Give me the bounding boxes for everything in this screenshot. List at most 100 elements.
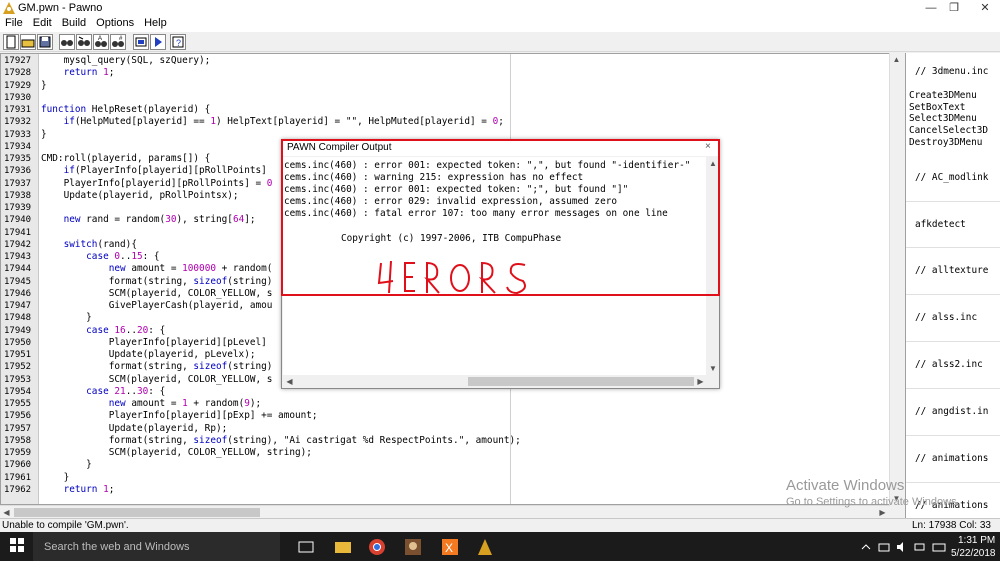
- code-line: }: [41, 312, 92, 324]
- keyboard-icon[interactable]: [932, 541, 946, 553]
- clock-time[interactable]: 1:31 PM: [958, 535, 995, 546]
- code-line: format(string, sizeof(string), "Ai castr…: [41, 434, 521, 446]
- line-number: 17962: [4, 484, 32, 495]
- include-header[interactable]: // angdist.in: [915, 406, 988, 417]
- network-icon[interactable]: [878, 541, 890, 553]
- code-line: format(string, sizeof(string): [41, 275, 273, 287]
- file-explorer-icon[interactable]: [333, 537, 353, 557]
- line-number: 17934: [4, 141, 32, 152]
- battery-icon[interactable]: [914, 541, 926, 553]
- save-icon[interactable]: [37, 34, 53, 50]
- close-icon[interactable]: ×: [705, 141, 711, 152]
- compiler-output-window[interactable]: PAWN Compiler Output × cems.inc(460) : e…: [281, 139, 720, 389]
- code-line: new amount = 1 + random(9);: [108, 398, 262, 409]
- volume-icon[interactable]: [896, 541, 908, 553]
- menu-build[interactable]: Build: [57, 16, 91, 32]
- system-tray: 1:31 PM 5/22/2018: [858, 532, 1000, 561]
- code-line: new rand = random(30), string[64];: [63, 214, 256, 226]
- function-item[interactable]: Destroy3DMenu: [909, 137, 982, 148]
- replace-icon[interactable]: A: [93, 34, 109, 50]
- line-number: 17960: [4, 460, 32, 471]
- xampp-icon[interactable]: X: [440, 537, 460, 557]
- windows-start-icon[interactable]: [9, 537, 29, 557]
- include-header[interactable]: afkdetect: [915, 219, 966, 230]
- close-button[interactable]: ✕: [962, 0, 1000, 16]
- svg-text:A: A: [98, 36, 102, 42]
- compiler-message: cems.inc(460) : error 029: invalid expre…: [284, 196, 618, 207]
- line-number: 17928: [4, 68, 32, 79]
- line-number: 17951: [4, 350, 32, 360]
- line-number: 17936: [4, 166, 32, 177]
- new-file-icon[interactable]: [3, 34, 19, 50]
- handwritten-annotation: [377, 260, 526, 295]
- taskbar-search-box[interactable]: Search the web and Windows: [33, 532, 280, 561]
- chrome-icon[interactable]: [367, 537, 387, 557]
- compiler-vertical-scrollbar[interactable]: ▲ ▼: [707, 157, 719, 375]
- code-line: return 1;: [63, 483, 115, 495]
- code-line: PlayerInfo[playerid][pLevel]: [41, 336, 267, 348]
- scroll-up-icon[interactable]: ▲: [890, 53, 903, 66]
- watermark-line-2: Go to Settings to activate Windows.: [786, 496, 960, 508]
- function-item[interactable]: SetBoxText: [909, 102, 965, 113]
- line-number: 17935: [4, 154, 32, 164]
- line-number: 17930: [4, 92, 32, 103]
- code-line: mysql_query(SQL, szQuery);: [41, 55, 211, 66]
- scroll-thumb[interactable]: [14, 508, 260, 517]
- include-header[interactable]: // alss2.inc: [915, 359, 983, 370]
- open-file-icon[interactable]: [20, 34, 36, 50]
- scroll-right-icon[interactable]: ▶: [694, 375, 707, 388]
- function-item[interactable]: Select3DMenu: [909, 113, 977, 124]
- pawno-taskbar-icon[interactable]: [475, 537, 495, 557]
- line-number: 17949: [4, 325, 32, 336]
- taskbar: Search the web and Windows X 1:31 PM 5/2…: [0, 532, 1000, 561]
- function-item[interactable]: CancelSelect3D: [909, 125, 988, 136]
- clock-date[interactable]: 5/22/2018: [951, 548, 996, 559]
- game-app-icon[interactable]: [403, 537, 423, 557]
- task-view-icon[interactable]: [296, 537, 316, 557]
- find-icon[interactable]: [59, 34, 75, 50]
- compiler-title: PAWN Compiler Output: [287, 142, 392, 153]
- editor-horizontal-scrollbar[interactable]: ◀ ▶: [0, 505, 890, 518]
- help-icon[interactable]: ?: [170, 34, 186, 50]
- status-bar: Unable to compile 'GM.pwn'. Ln: 17938 Co…: [0, 518, 1000, 532]
- include-header[interactable]: // alltexture: [915, 265, 988, 276]
- function-list-panel[interactable]: // 3dmenu.inc Create3DMenu SetBoxText Selec…: [905, 53, 1000, 518]
- line-number: 17944: [4, 264, 32, 275]
- line-number: 17956: [4, 411, 32, 422]
- include-header[interactable]: // animations: [915, 453, 988, 464]
- scroll-thumb[interactable]: [468, 377, 694, 386]
- panel-divider: [906, 294, 1000, 295]
- run-icon[interactable]: [150, 34, 166, 50]
- svg-text:#: #: [119, 36, 123, 42]
- goto-icon[interactable]: #: [110, 34, 126, 50]
- include-header[interactable]: // 3dmenu.inc: [915, 66, 988, 77]
- compiler-horizontal-scrollbar[interactable]: ◀ ▶: [283, 375, 707, 388]
- code-line: }: [41, 459, 92, 471]
- code-line: SCM(playerid, COLOR_YELLOW, s: [41, 287, 273, 299]
- compiler-title-bar: PAWN Compiler Output ×: [282, 140, 719, 156]
- find-next-icon[interactable]: [76, 34, 92, 50]
- line-number: 17931: [4, 105, 32, 115]
- line-number: 17943: [4, 252, 32, 262]
- line-number: 17940: [4, 215, 32, 226]
- menu-edit[interactable]: Edit: [28, 16, 57, 32]
- code-line: }: [41, 79, 47, 91]
- code-line: PlayerInfo[playerid][pRollPoints] = 0: [41, 177, 273, 189]
- menu-help[interactable]: Help: [139, 16, 172, 32]
- scroll-left-icon[interactable]: ◀: [283, 375, 296, 388]
- menu-options[interactable]: Options: [91, 16, 139, 32]
- line-number: 17929: [4, 80, 32, 91]
- chevron-up-icon[interactable]: [860, 541, 872, 553]
- status-message: Unable to compile 'GM.pwn'.: [2, 520, 129, 531]
- editor-vertical-scrollbar[interactable]: ▲ ▼: [889, 53, 902, 505]
- menu-file[interactable]: File: [0, 16, 28, 32]
- include-header[interactable]: // AC_modlink: [915, 172, 988, 183]
- compile-icon[interactable]: [133, 34, 149, 50]
- svg-text:?: ?: [176, 38, 181, 48]
- scroll-down-icon[interactable]: ▼: [707, 362, 719, 375]
- line-number: 17954: [4, 386, 32, 397]
- function-item[interactable]: Create3DMenu: [909, 90, 977, 101]
- compiler-output-text[interactable]: cems.inc(460) : error 001: expected toke…: [283, 157, 706, 375]
- scroll-up-icon[interactable]: ▲: [707, 157, 719, 170]
- include-header[interactable]: // alss.inc: [915, 312, 977, 323]
